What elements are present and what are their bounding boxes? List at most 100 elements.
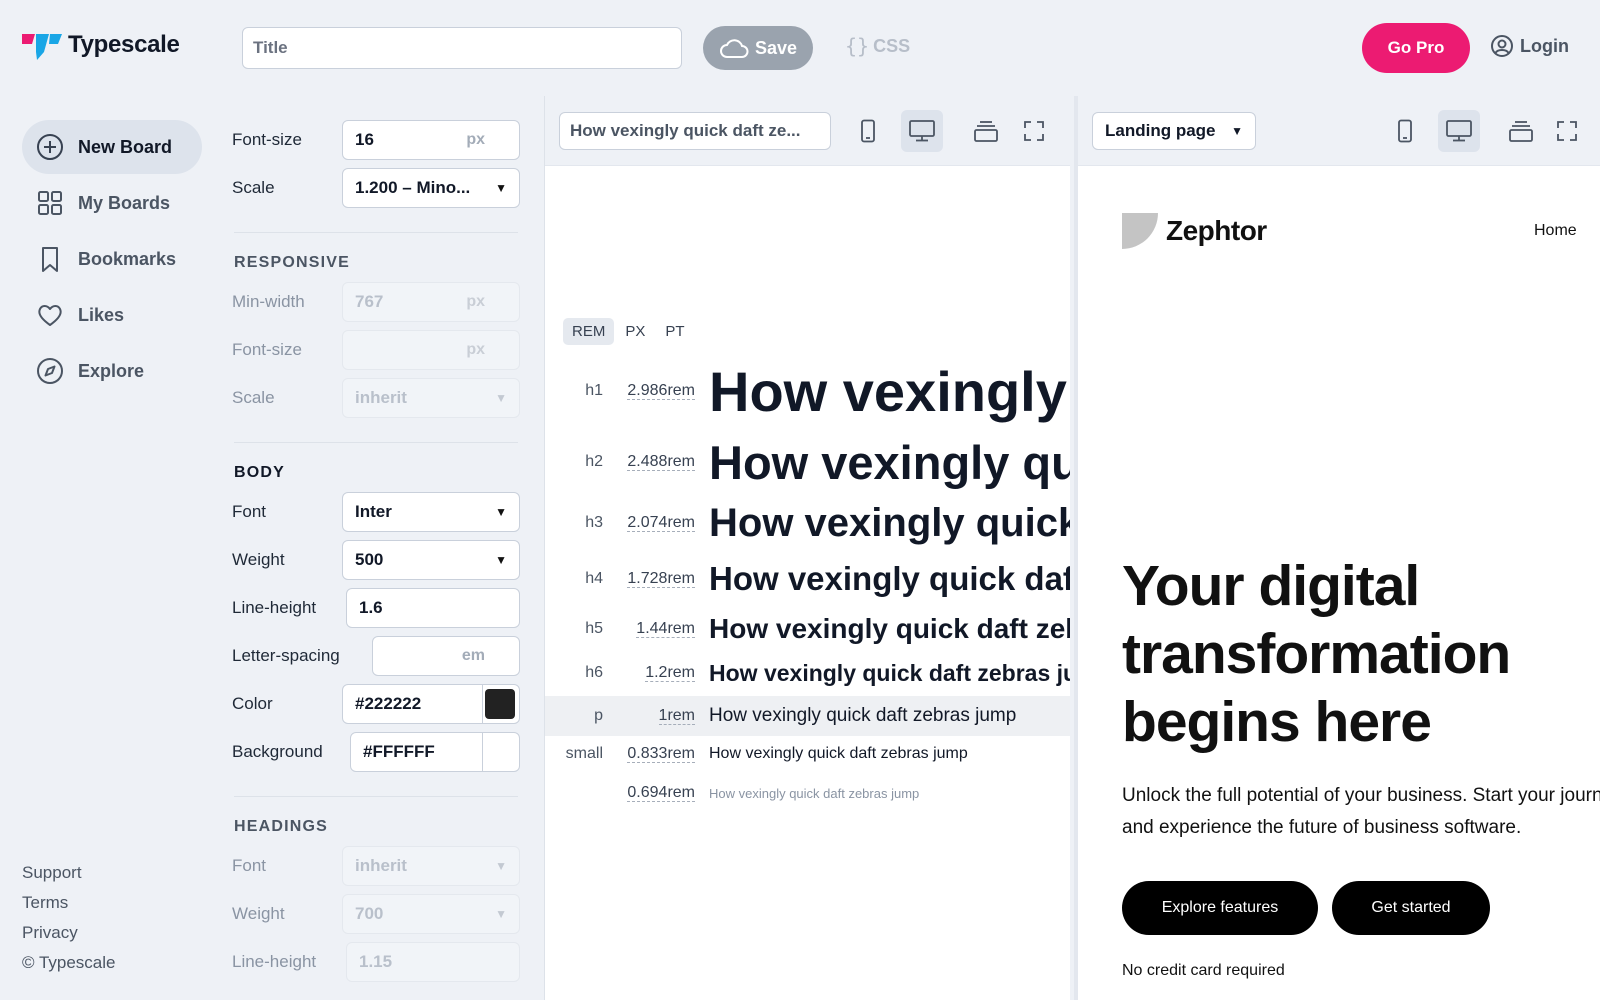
scale-row-h3: h3 2.074rem How vexingly quick daft zebr… [585, 500, 1070, 545]
scale-row-h5: h5 1.44rem How vexingly quick daft zebra… [585, 613, 1070, 644]
footer-link-terms[interactable]: Terms [22, 888, 115, 918]
scale-row-h4: h4 1.728rem How vexingly quick daft zebr… [585, 560, 1070, 597]
divider [234, 796, 518, 797]
nav-item-new-board[interactable]: New Board [22, 120, 202, 174]
background-swatch[interactable] [485, 737, 515, 767]
fullscreen-button[interactable] [1013, 110, 1055, 152]
board-title-input[interactable] [242, 27, 682, 69]
responsive-scale-select[interactable]: inherit ▼ [342, 378, 520, 418]
preview-logo-text: Zephtor [1166, 215, 1267, 246]
app-logo[interactable]: Typescale [22, 30, 180, 60]
get-started-button[interactable]: Get started [1332, 881, 1490, 935]
mobile-view-button[interactable] [1384, 110, 1426, 152]
desktop-view-button[interactable] [1438, 110, 1480, 152]
preview-paragraph-line: and experience the future of business so… [1122, 817, 1522, 838]
heart-icon [38, 305, 62, 326]
scale-row-h1: h1 2.986rem How vexingly quick daft zebr… [585, 359, 1070, 423]
body-line-height-input[interactable]: 1.6 [346, 588, 520, 628]
top-bar: Typescale Save {} CSS Go Pro Login [0, 0, 1600, 96]
zephtor-logo-icon [1122, 213, 1158, 249]
divider [482, 685, 483, 723]
stack-view-button[interactable] [965, 110, 1007, 152]
go-pro-button[interactable]: Go Pro [1362, 23, 1470, 73]
headings-section-title: HEADINGS [234, 818, 329, 835]
typescale-logo-icon [22, 34, 62, 60]
font-size-label: Font-size [232, 130, 302, 149]
pane-toolbar: How vexingly quick daft ze... [545, 96, 1070, 166]
scale-row-small: small 0.833rem How vexingly quick daft z… [565, 745, 968, 763]
divider [234, 232, 518, 233]
user-circle-icon [1491, 35, 1513, 57]
sample-text-input[interactable]: How vexingly quick daft ze... [559, 112, 831, 150]
body-background-input[interactable]: #FFFFFF [350, 732, 520, 772]
footer-links: Support Terms Privacy © Typescale [22, 858, 115, 978]
fullscreen-button[interactable] [1546, 110, 1588, 152]
scale-row-h6: h6 1.2rem How vexingly quick daft zebras… [585, 659, 1070, 686]
nav-label: New Board [78, 136, 173, 157]
scale-row-h2: h2 2.488rem How vexingly quick daft zebr… [585, 435, 1070, 489]
preview-note: No credit card required [1122, 962, 1285, 979]
responsive-font-size-input[interactable]: px [342, 330, 520, 370]
phone-icon [1398, 119, 1412, 143]
pane-toolbar: Landing page ▼ [1078, 96, 1600, 166]
body-section-title: BODY [234, 464, 286, 481]
mobile-view-button[interactable] [847, 110, 889, 152]
app-name: Typescale [68, 31, 180, 58]
chevron-down-icon: ▼ [495, 391, 507, 405]
preview-paragraph-line: Unlock the full potential of your busine… [1122, 785, 1600, 806]
nav-label: Explore [78, 360, 145, 381]
body-letter-spacing-input[interactable]: em [372, 636, 520, 676]
save-button[interactable]: Save [703, 26, 813, 70]
body-weight-select[interactable]: 500 ▼ [342, 540, 520, 580]
monitor-icon [909, 120, 935, 142]
sidebar-nav: New Board My Boards Bookmarks Likes Expl… [22, 120, 202, 400]
bookmark-icon [42, 247, 58, 272]
preview-nav-home[interactable]: Home [1534, 222, 1577, 240]
headings-weight-select[interactable]: 700 ▼ [342, 894, 520, 934]
color-swatch[interactable] [485, 689, 515, 719]
layers-icon [974, 121, 998, 142]
template-select[interactable]: Landing page ▼ [1092, 112, 1256, 150]
desktop-view-button[interactable] [901, 110, 943, 152]
scale-row-xsmall: 0.694rem How vexingly quick daft zebras … [627, 784, 920, 802]
nav-label: Likes [78, 304, 125, 325]
compass-icon [37, 358, 63, 384]
unit-toggle: REM PX PT [563, 318, 694, 345]
unit-rem-button[interactable]: REM [563, 318, 615, 345]
css-label: CSS [873, 35, 911, 56]
scale-label: Scale [232, 178, 275, 197]
explore-features-button[interactable]: Explore features [1122, 881, 1318, 935]
scale-select[interactable]: 1.200 – Mino... ▼ [342, 168, 520, 208]
min-width-input[interactable]: 767 px [342, 282, 520, 322]
grid-icon [38, 191, 62, 215]
nav-item-likes[interactable]: Likes [22, 288, 202, 342]
unit-px-button[interactable]: PX [616, 318, 654, 345]
stack-view-button[interactable] [1500, 110, 1542, 152]
body-font-select[interactable]: Inter ▼ [342, 492, 520, 532]
fullscreen-icon [1024, 121, 1044, 141]
body-color-input[interactable]: #222222 [342, 684, 520, 724]
phone-icon [861, 119, 875, 143]
headings-line-height-input[interactable]: 1.15 [346, 942, 520, 982]
scale-row-p: p 1rem How vexingly quick daft zebras ju… [545, 696, 1070, 736]
css-button[interactable]: {} CSS [845, 34, 910, 58]
nav-item-explore[interactable]: Explore [22, 344, 202, 398]
chevron-down-icon: ▼ [495, 553, 507, 567]
nav-label: Bookmarks [78, 248, 177, 269]
save-label: Save [754, 37, 798, 58]
footer-link-privacy[interactable]: Privacy [22, 918, 115, 948]
login-label: Login [1520, 35, 1569, 56]
preview-logo: Zephtor [1122, 213, 1267, 249]
footer-copyright: © Typescale [22, 953, 116, 972]
cloud-icon [719, 39, 749, 58]
footer-link-support[interactable]: Support [22, 858, 115, 888]
settings-panel: Font-size 16 px Scale 1.200 – Mino... ▼ … [232, 96, 532, 1000]
headings-font-select[interactable]: inherit ▼ [342, 846, 520, 886]
login-button[interactable]: Login [1490, 34, 1569, 58]
unit-pt-button[interactable]: PT [656, 318, 693, 345]
chevron-down-icon: ▼ [495, 859, 507, 873]
font-size-input[interactable]: 16 px [342, 120, 520, 160]
nav-item-bookmarks[interactable]: Bookmarks [22, 232, 202, 286]
nav-item-my-boards[interactable]: My Boards [22, 176, 202, 230]
chevron-down-icon: ▼ [495, 181, 507, 195]
